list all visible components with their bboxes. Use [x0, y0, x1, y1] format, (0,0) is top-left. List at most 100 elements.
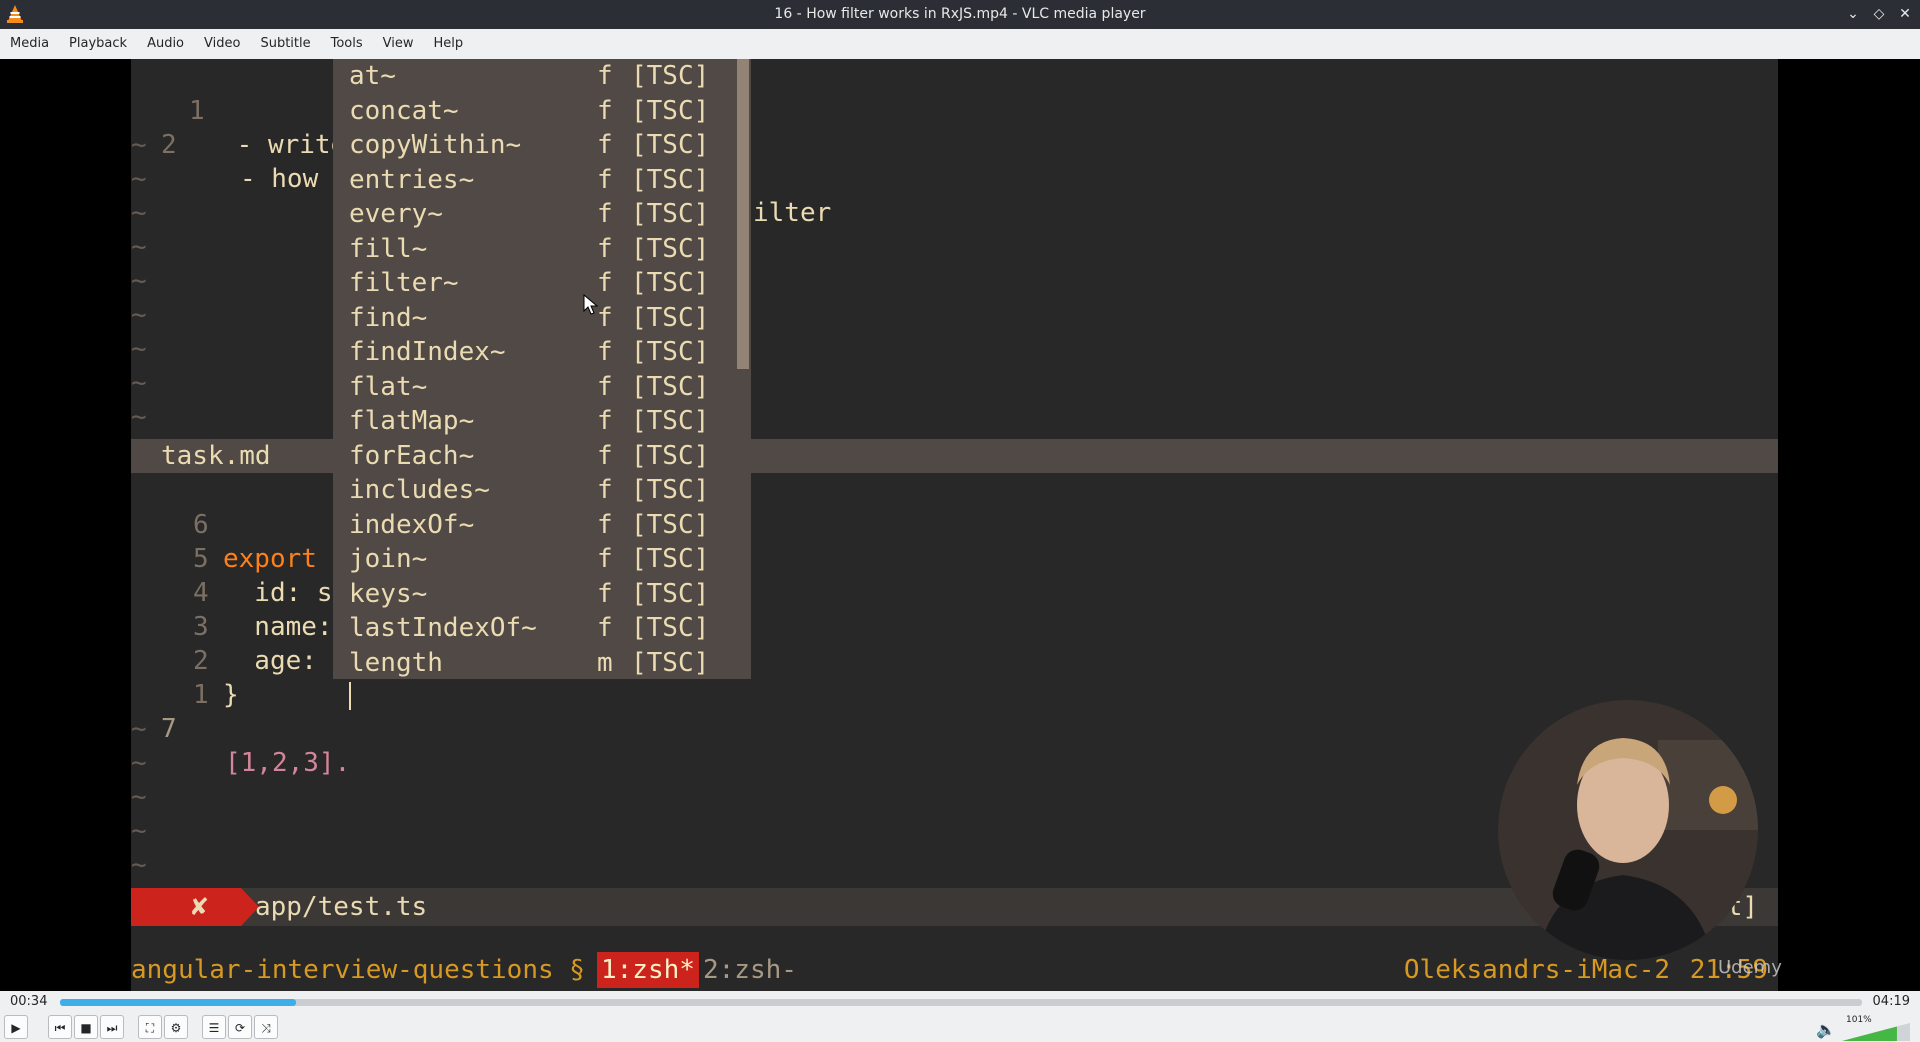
completion-kind: m — [597, 647, 613, 678]
empty-line-tilde: ~ — [131, 198, 147, 228]
completion-item[interactable]: length m [TSC] — [333, 646, 733, 681]
speaker-icon[interactable]: 🔈 — [1816, 1020, 1836, 1039]
line-number: 7 — [161, 714, 177, 744]
text-cursor — [349, 682, 351, 710]
tmux-window-inactive: 2:zsh- — [703, 955, 797, 985]
play-button[interactable]: ▶ — [4, 1015, 28, 1039]
completion-item[interactable]: entries~ f [TSC] — [333, 163, 733, 198]
completion-source: [TSC] — [631, 544, 710, 574]
completion-item[interactable]: flatMap~ f [TSC] — [333, 404, 733, 439]
completion-item[interactable]: keys~ f [TSC] — [333, 577, 733, 612]
maximize-button[interactable]: ◇ — [1870, 4, 1888, 24]
menu-subtitle[interactable]: Subtitle — [250, 29, 320, 59]
completion-kind: f — [597, 164, 613, 195]
udemy-watermark: Udemy — [1718, 957, 1782, 978]
error-x-icon: ✘ — [189, 893, 210, 921]
stop-button[interactable]: ■ — [74, 1015, 98, 1039]
completion-item[interactable]: fill~ f [TSC] — [333, 232, 733, 267]
previous-button[interactable]: ⏮ — [48, 1015, 72, 1039]
completion-word: entries~ — [349, 164, 475, 195]
minimize-button[interactable]: ⌄ — [1844, 4, 1862, 24]
completion-word: every~ — [349, 199, 443, 229]
close-button[interactable]: ✕ — [1896, 4, 1914, 24]
completion-kind: f — [597, 61, 613, 91]
completion-item[interactable]: copyWithin~ f [TSC] — [333, 128, 733, 163]
menu-media[interactable]: Media — [0, 29, 59, 59]
completion-kind: f — [597, 613, 613, 643]
loop-button[interactable]: ⟳ — [228, 1015, 252, 1039]
completion-word: findIndex~ — [349, 337, 506, 367]
completion-item[interactable]: find~ f [TSC] — [333, 301, 733, 336]
completion-scrollbar[interactable] — [737, 59, 749, 369]
completion-word: keys~ — [349, 578, 428, 609]
menu-view[interactable]: View — [373, 29, 424, 59]
empty-line-tilde: ~ — [131, 266, 147, 296]
line-text: - how i — [193, 164, 350, 194]
menu-help[interactable]: Help — [424, 29, 474, 59]
completion-source: [TSC] — [631, 164, 710, 195]
completion-popup[interactable]: at~ f [TSC] concat~ f [TSC] copyWithin~ f [TSC] e… — [333, 59, 751, 679]
line-text: - write — [221, 130, 347, 160]
editor-current-line[interactable]: 7 [1,2,3]. — [131, 678, 351, 778]
completion-item[interactable]: every~ f [TSC] — [333, 197, 733, 232]
tmux-status-bar: angular-interview-questions § 1:zsh* 2:z… — [131, 952, 1778, 988]
shuffle-button[interactable]: ⤨ — [254, 1015, 278, 1039]
menu-bar: Media Playback Audio Video Subtitle Tool… — [0, 29, 1920, 60]
menu-playback[interactable]: Playback — [59, 29, 137, 59]
video-area[interactable]: 1 - write 2 - how i ilter ~ ~ ~ ~ ~ ~ ~ ~ ~ task… — [0, 59, 1920, 991]
completion-item[interactable]: filter~ f [TSC] — [333, 266, 733, 301]
completion-source: [TSC] — [631, 199, 710, 229]
completion-source: [TSC] — [631, 130, 710, 160]
volume-slider[interactable] — [1842, 1023, 1910, 1041]
line-text-tail: ilter — [753, 198, 832, 228]
empty-line-tilde: ~ — [131, 816, 147, 846]
completion-source: [TSC] — [631, 647, 710, 678]
menu-video[interactable]: Video — [194, 29, 250, 59]
status-file-name: app/test.ts — [255, 892, 428, 922]
menu-audio[interactable]: Audio — [137, 29, 194, 59]
completion-word: at~ — [349, 61, 396, 91]
player-controls: 00:34 04:19 ▶ ⏮ ■ ⏭ ⛶ ⚙ ☰ ⟳ ⤨ 🔈 101% — [0, 991, 1920, 1042]
completion-item[interactable]: at~ f [TSC] — [333, 59, 733, 94]
completion-item[interactable]: indexOf~ f [TSC] — [333, 508, 733, 543]
completion-source: [TSC] — [631, 337, 710, 367]
presenter-image — [1498, 700, 1758, 960]
next-button[interactable]: ⏭ — [100, 1015, 124, 1039]
completion-word: length — [349, 647, 443, 678]
completion-word: flatMap~ — [349, 406, 475, 436]
extended-settings-button[interactable]: ⚙ — [164, 1015, 188, 1039]
window-title: 16 - How filter works in RxJS.mp4 - VLC … — [774, 6, 1146, 22]
completion-source: [TSC] — [631, 61, 710, 91]
split-file-name: task.md — [161, 441, 271, 471]
completion-source: [TSC] — [631, 509, 710, 540]
completion-item[interactable]: forEach~ f [TSC] — [333, 439, 733, 474]
editor-line: 6 export — [131, 474, 317, 574]
completion-kind: f — [597, 440, 613, 471]
seek-slider[interactable] — [60, 999, 1862, 1006]
empty-line-tilde: ~ — [131, 850, 147, 880]
completion-item[interactable]: findIndex~ f [TSC] — [333, 335, 733, 370]
completion-source: [TSC] — [631, 613, 710, 643]
completion-kind: f — [597, 509, 613, 540]
seek-progress — [60, 999, 297, 1006]
completion-source: [TSC] — [631, 233, 710, 264]
editor-line: 4 name: — [131, 542, 333, 642]
completion-kind: f — [597, 406, 613, 436]
completion-kind: f — [597, 268, 613, 298]
playlist-button[interactable]: ☰ — [202, 1015, 226, 1039]
completion-source: [TSC] — [631, 302, 710, 333]
completion-word: flat~ — [349, 371, 428, 402]
completion-item[interactable]: lastIndexOf~ f [TSC] — [333, 611, 733, 646]
completion-item[interactable]: concat~ f [TSC] — [333, 94, 733, 129]
completion-kind: f — [597, 302, 613, 333]
completion-item[interactable]: join~ f [TSC] — [333, 542, 733, 577]
menu-tools[interactable]: Tools — [321, 29, 373, 59]
completion-item[interactable]: includes~ f [TSC] — [333, 473, 733, 508]
completion-item[interactable]: flat~ f [TSC] — [333, 370, 733, 405]
completion-kind: f — [597, 199, 613, 229]
fullscreen-button[interactable]: ⛶ — [138, 1015, 162, 1039]
completion-source: [TSC] — [631, 406, 710, 436]
completion-source: [TSC] — [631, 95, 710, 126]
completion-source: [TSC] — [631, 268, 710, 298]
empty-line-tilde: ~ — [131, 164, 147, 194]
